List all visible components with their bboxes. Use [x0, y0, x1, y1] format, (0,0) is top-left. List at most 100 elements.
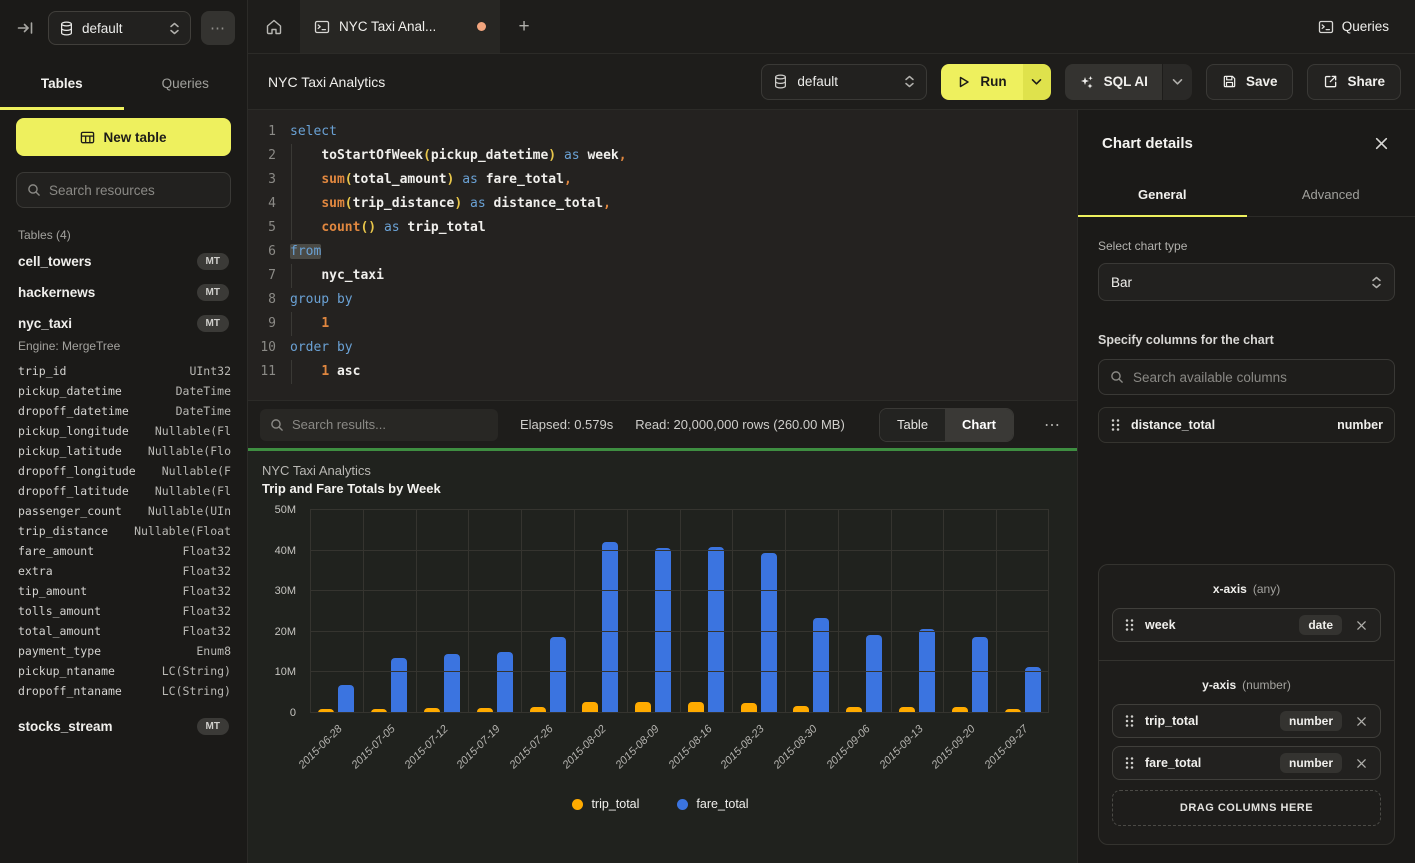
queries-terminal-icon [1318, 19, 1334, 35]
sql-editor[interactable]: 1select2 toStartOfWeek(pickup_datetime) … [248, 110, 1077, 400]
engine-badge: MT [197, 253, 229, 270]
legend-item-trip_total[interactable]: trip_total [572, 797, 639, 811]
run-options-button[interactable] [1023, 64, 1051, 100]
share-button[interactable]: Share [1307, 64, 1401, 100]
columns-search-input[interactable] [1133, 370, 1383, 385]
sidebar-tabs: Tables Queries [0, 56, 247, 110]
code-line: 2 toStartOfWeek(pickup_datetime) as week… [248, 144, 1077, 168]
chart-subtitle: Trip and Fare Totals by Week [262, 481, 1059, 496]
bar-group [574, 510, 627, 713]
y-tick-label: 40M [275, 545, 296, 557]
sql-ai-button[interactable]: SQL AI [1065, 64, 1162, 100]
column-name: fare_amount [18, 541, 94, 561]
sidebar-tab-queries[interactable]: Queries [124, 56, 248, 110]
line-number: 8 [248, 288, 290, 312]
y-axis-section: y-axis(number) trip_totalnumberfare_tota… [1099, 660, 1394, 844]
legend-item-fare_total[interactable]: fare_total [677, 797, 748, 811]
view-toggle-chart[interactable]: Chart [945, 409, 1013, 441]
column-row: dropoff_datetimeDateTime [18, 401, 231, 421]
column-type: Float32 [183, 561, 231, 581]
sidebar-search[interactable] [16, 172, 231, 208]
drag-handle-icon[interactable] [1124, 756, 1135, 770]
column-chip-week[interactable]: weekdate [1112, 608, 1381, 642]
new-table-button[interactable]: New table [16, 118, 231, 156]
panel-spacer [1098, 443, 1395, 564]
v-gridline [416, 510, 417, 713]
drag-handle-icon[interactable] [1124, 714, 1135, 728]
code-line: 11 1 asc [248, 360, 1077, 384]
column-row: payment_typeEnum8 [18, 641, 231, 661]
legend-label: fare_total [696, 797, 748, 811]
query-title: NYC Taxi Analytics [268, 74, 385, 90]
fare_total-bar [497, 652, 513, 713]
table-list: cell_towersMThackernewsMTnyc_taxiMTEngin… [16, 246, 231, 742]
selector-updown-icon [169, 22, 180, 35]
run-button[interactable]: Run [941, 64, 1022, 100]
chip-column-type: date [1299, 615, 1342, 635]
v-gridline [627, 510, 628, 713]
run-split-button: Run [941, 64, 1050, 100]
results-search[interactable] [260, 409, 498, 441]
table-row[interactable]: nyc_taxiMT [16, 308, 231, 339]
panel-tab-advanced[interactable]: Advanced [1247, 175, 1415, 216]
v-gridline [574, 510, 575, 713]
save-button[interactable]: Save [1206, 64, 1294, 100]
column-chip-trip_total[interactable]: trip_totalnumber [1112, 704, 1381, 738]
column-chip-distance_total[interactable]: distance_totalnumber [1098, 407, 1395, 443]
sidebar-search-input[interactable] [49, 183, 220, 198]
workspace-selector[interactable]: default [48, 11, 191, 45]
v-gridline [310, 510, 311, 713]
remove-chip-button[interactable] [1354, 714, 1369, 729]
close-panel-button[interactable] [1372, 134, 1391, 153]
column-row: dropoff_ntanameLC(String) [18, 681, 231, 701]
chart-type-select[interactable]: Bar [1098, 263, 1395, 301]
table-name: stocks_stream [18, 719, 113, 734]
column-row: dropoff_longitudeNullable(F [18, 461, 231, 481]
remove-chip-button[interactable] [1354, 618, 1369, 633]
table-engine: Engine: MergeTree [18, 339, 231, 353]
fare_total-bar [338, 685, 354, 713]
bar-group [943, 510, 996, 713]
column-type: Float32 [183, 541, 231, 561]
table-row[interactable]: stocks_streamMT [16, 711, 231, 742]
table-row[interactable]: hackernewsMT [16, 277, 231, 308]
database-selector[interactable]: default [761, 64, 927, 100]
column-type: Nullable(Fl [155, 421, 231, 441]
code-line: 3 sum(total_amount) as fare_total, [248, 168, 1077, 192]
remove-chip-button[interactable] [1354, 756, 1369, 771]
bar-group [310, 510, 363, 713]
results-search-input[interactable] [292, 417, 488, 432]
sql-ai-options-button[interactable] [1162, 64, 1192, 100]
sidebar-tab-tables[interactable]: Tables [0, 56, 124, 110]
results-more-button[interactable]: ⋯ [1036, 415, 1065, 435]
columns-search[interactable] [1098, 359, 1395, 395]
tab-nyc-taxi-analytics[interactable]: NYC Taxi Anal... [300, 0, 500, 53]
query-column: 1select2 toStartOfWeek(pickup_datetime) … [248, 110, 1078, 863]
drag-handle-icon[interactable] [1124, 618, 1135, 632]
sidebar-more-button[interactable]: ⋯ [201, 11, 235, 45]
chip-column-name: fare_total [1145, 756, 1270, 770]
selector-updown-icon [904, 75, 915, 88]
column-row: pickup_datetimeDateTime [18, 381, 231, 401]
drop-zone[interactable]: DRAG COLUMNS HERE [1112, 790, 1381, 826]
new-tab-button[interactable]: + [500, 0, 548, 53]
column-type: Nullable(Flo [148, 441, 231, 461]
workspace-selector-value: default [82, 21, 161, 36]
view-toggle-table[interactable]: Table [880, 409, 945, 441]
column-chip-fare_total[interactable]: fare_totalnumber [1112, 746, 1381, 780]
fare_total-bar [866, 635, 882, 713]
collapse-sidebar-button[interactable] [12, 15, 38, 41]
drag-handle-icon[interactable] [1110, 418, 1121, 432]
panel-tab-general[interactable]: General [1078, 175, 1247, 216]
queries-button[interactable]: Queries [1318, 19, 1389, 35]
column-list: trip_idUInt32pickup_datetimeDateTimedrop… [18, 361, 231, 701]
bar-group [838, 510, 891, 713]
table-row[interactable]: cell_towersMT [16, 246, 231, 277]
column-row: passenger_countNullable(UIn [18, 501, 231, 521]
column-name: extra [18, 561, 53, 581]
share-icon [1323, 74, 1338, 89]
column-name: tolls_amount [18, 601, 101, 621]
home-button[interactable] [248, 0, 300, 53]
tab-title: NYC Taxi Anal... [339, 19, 468, 34]
y-axis-chips: trip_totalnumber fare_totalnumber [1112, 704, 1381, 780]
